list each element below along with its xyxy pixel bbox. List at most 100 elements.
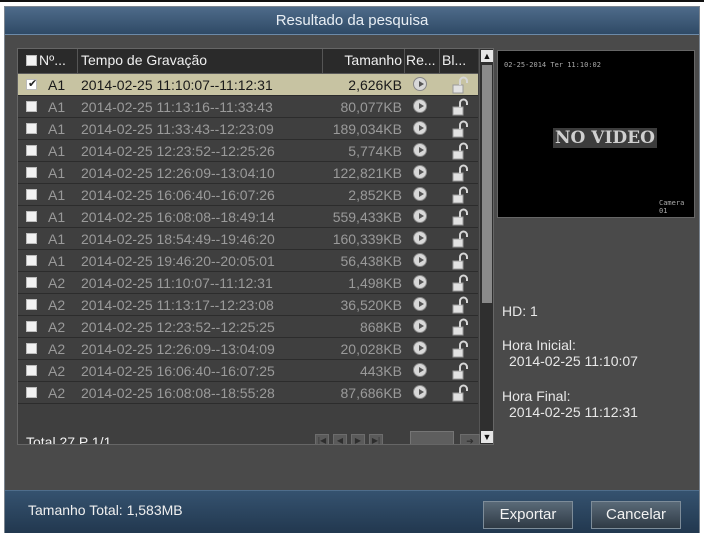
channel-cell: A1 [48, 165, 66, 181]
row-checkbox[interactable] [26, 189, 37, 200]
table-row[interactable]: A2 2014-02-25 16:08:08--18:55:28 87,686KB [18, 382, 478, 404]
first-page-icon[interactable]: |◀ [315, 434, 329, 444]
channel-cell: A1 [48, 253, 66, 269]
table-row[interactable]: A1 2014-02-25 16:08:08--18:49:14 559,433KB [18, 206, 478, 228]
row-checkbox[interactable] [26, 277, 37, 288]
lock-icon[interactable] [451, 98, 469, 116]
next-page-icon[interactable]: ▶ [351, 434, 365, 444]
time-cell: 2014-02-25 11:13:16--11:33:43 [81, 99, 273, 115]
total-size: Tamanho Total: 1,583MB [28, 502, 183, 518]
time-cell: 2014-02-25 11:33:43--12:23:09 [81, 121, 274, 137]
time-cell: 2014-02-25 11:10:07--11:12:31 [81, 77, 273, 93]
go-page-icon[interactable]: ➔ [460, 434, 480, 444]
lock-icon[interactable] [451, 384, 469, 402]
size-cell: 80,077KB [340, 99, 403, 115]
lock-icon[interactable] [451, 186, 469, 204]
size-cell: 868KB [359, 319, 402, 335]
lock-icon[interactable] [451, 208, 469, 226]
vertical-scrollbar[interactable]: ▲ ▼ [479, 49, 493, 444]
col-header-lock[interactable]: Bl... [442, 52, 476, 68]
prev-page-icon[interactable]: ◀ [333, 434, 347, 444]
lock-icon[interactable] [451, 76, 469, 94]
size-cell: 1,498KB [348, 275, 402, 291]
start-time-value: 2014-02-25 11:10:07 [509, 353, 638, 369]
time-cell: 2014-02-25 12:26:09--13:04:10 [81, 165, 275, 181]
col-header-number[interactable]: Nº... [39, 52, 75, 68]
column-divider [404, 49, 405, 73]
row-checkbox[interactable] [26, 299, 37, 310]
row-checkbox[interactable] [26, 343, 37, 354]
play-icon[interactable] [413, 121, 427, 135]
row-checkbox[interactable] [26, 145, 37, 156]
lock-icon[interactable] [451, 120, 469, 138]
channel-cell: A1 [48, 77, 66, 93]
lock-icon[interactable] [451, 362, 469, 380]
table-row[interactable]: A1 2014-02-25 11:13:16--11:33:43 80,077KB [18, 96, 478, 118]
row-checkbox[interactable] [26, 387, 37, 398]
table-row[interactable]: A2 2014-02-25 11:13:17--12:23:08 36,520KB [18, 294, 478, 316]
table-row[interactable]: A1 2014-02-25 11:33:43--12:23:09 189,034KB [18, 118, 478, 140]
play-icon[interactable] [413, 319, 427, 333]
lock-icon[interactable] [451, 230, 469, 248]
table-row[interactable]: A1 2014-02-25 12:26:09--13:04:10 122,821KB [18, 162, 478, 184]
row-checkbox[interactable] [26, 167, 37, 178]
play-icon[interactable] [413, 341, 427, 355]
select-all-checkbox[interactable] [26, 55, 37, 66]
lock-icon[interactable] [451, 340, 469, 358]
time-cell: 2014-02-25 12:23:52--12:25:26 [81, 143, 275, 159]
row-checkbox[interactable] [26, 211, 37, 222]
row-checkbox[interactable] [26, 321, 37, 332]
table-row[interactable]: A1 2014-02-25 12:23:52--12:25:26 5,774KB [18, 140, 478, 162]
table-row[interactable]: A2 2014-02-25 12:23:52--12:25:25 868KB [18, 316, 478, 338]
table-row[interactable]: A2 2014-02-25 11:10:07--11:12:31 1,498KB [18, 272, 478, 294]
row-checkbox[interactable] [26, 233, 37, 244]
play-icon[interactable] [413, 253, 427, 267]
lock-icon[interactable] [451, 318, 469, 336]
lock-icon[interactable] [451, 142, 469, 160]
table-row[interactable]: A1 2014-02-25 16:06:40--16:07:26 2,852KB [18, 184, 478, 206]
play-icon[interactable] [413, 165, 427, 179]
row-checkbox[interactable] [26, 101, 37, 112]
channel-cell: A2 [48, 363, 66, 379]
play-icon[interactable] [413, 99, 427, 113]
table-row[interactable]: A1 2014-02-25 18:54:49--19:46:20 160,339KB [18, 228, 478, 250]
row-checkbox[interactable]: ✔ [26, 78, 37, 90]
col-header-play[interactable]: Re... [406, 52, 438, 68]
play-icon[interactable] [413, 77, 427, 91]
play-icon[interactable] [413, 385, 427, 399]
channel-cell: A2 [48, 297, 66, 313]
lock-icon[interactable] [451, 164, 469, 182]
play-icon[interactable] [413, 209, 427, 223]
channel-cell: A1 [48, 99, 66, 115]
row-checkbox[interactable] [26, 255, 37, 266]
scrollbar-thumb[interactable] [482, 65, 492, 303]
play-icon[interactable] [413, 187, 427, 201]
play-icon[interactable] [413, 363, 427, 377]
table-row[interactable]: A2 2014-02-25 12:26:09--13:04:09 20,028KB [18, 338, 478, 360]
col-header-time[interactable]: Tempo de Gravação [81, 52, 207, 68]
lock-icon[interactable] [451, 252, 469, 270]
col-header-size[interactable]: Tamanho [322, 52, 402, 68]
play-icon[interactable] [413, 231, 427, 245]
lock-icon[interactable] [451, 274, 469, 292]
row-checkbox[interactable] [26, 123, 37, 134]
export-button[interactable]: Exportar [483, 501, 573, 529]
table-row[interactable]: A2 2014-02-25 16:06:40--16:07:25 443KB [18, 360, 478, 382]
page-number-input[interactable] [410, 431, 454, 444]
cancel-button[interactable]: Cancelar [591, 501, 681, 529]
play-icon[interactable] [413, 297, 427, 311]
size-cell: 20,028KB [340, 341, 403, 357]
time-cell: 2014-02-25 12:23:52--12:25:25 [81, 319, 275, 335]
play-icon[interactable] [413, 275, 427, 289]
table-header: Nº... Tempo de Gravação Tamanho Re... Bl… [18, 49, 478, 74]
lock-icon[interactable] [451, 296, 469, 314]
table-row[interactable]: ✔ A1 2014-02-25 11:10:07--11:12:31 2,626KB [18, 74, 478, 96]
play-icon[interactable] [413, 143, 427, 157]
bottom-bar: Tamanho Total: 1,583MB Exportar Cancelar [5, 490, 699, 533]
scroll-up-icon[interactable]: ▲ [481, 50, 493, 62]
channel-cell: A1 [48, 231, 66, 247]
row-checkbox[interactable] [26, 365, 37, 376]
table-row[interactable]: A1 2014-02-25 19:46:20--20:05:01 56,438KB [18, 250, 478, 272]
top-border [0, 0, 704, 2]
last-page-icon[interactable]: ▶| [369, 434, 383, 444]
